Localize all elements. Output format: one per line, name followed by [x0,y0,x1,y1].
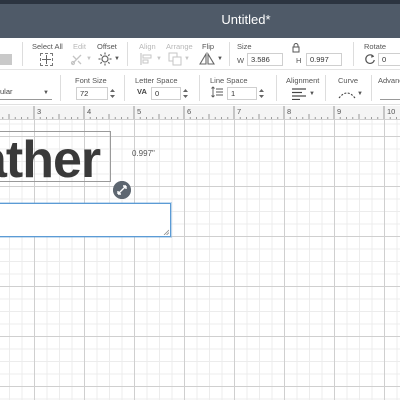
line-space-value: 1 [231,89,236,98]
height-dimension-label: 0.997" [132,149,155,158]
toolbar-divider [199,75,200,101]
advanced-select[interactable] [380,87,400,100]
curve-icon[interactable] [338,88,356,100]
offset-icon[interactable] [98,52,112,66]
letter-space-stepper-icon[interactable] [182,87,189,100]
rotate-label: Rotate [364,42,387,51]
align-label: Align [139,42,156,51]
line-space-icon [211,86,223,98]
arrange-caret-icon[interactable]: ▼ [184,56,190,62]
edit-caret-icon[interactable]: ▼ [86,56,92,62]
ruler-number: 4 [87,107,92,116]
toolbar-divider [60,75,61,101]
font-size-stepper-icon[interactable] [109,87,116,100]
select-all-icon[interactable] [40,53,53,66]
width-field[interactable]: 3.586 [247,53,283,66]
font-size-value: 72 [80,89,89,98]
select-all-label: Select All [32,42,63,51]
toolbar-divider [229,42,230,66]
text-toolbar: ular ▼ Font Size 72 Letter Space VA 0 Li… [0,71,400,105]
flip-caret-icon[interactable]: ▼ [217,56,223,62]
title-bar: Untitled* [0,0,400,38]
font-size-label: Font Size [75,76,107,85]
ruler-number: 6 [187,107,192,116]
alignment-label: Alignment [286,76,320,85]
line-space-stepper-icon[interactable] [258,87,265,100]
height-field[interactable]: 0.997 [306,53,342,66]
line-space-field[interactable]: 1 [227,87,257,100]
toolbar-divider [371,75,372,101]
line-space-label: Line Space [210,76,248,85]
edit-label: Edit [73,42,86,51]
color-swatch[interactable] [0,54,12,65]
rotate-field[interactable]: 0 [378,53,400,66]
font-style-select[interactable]: ular ▼ [0,87,52,100]
flip-icon[interactable] [199,52,215,66]
offset-label: Offset [97,42,117,51]
window-title: Untitled* [221,12,271,27]
horizontal-ruler: 3 4 5 6 7 8 9 10 [0,106,400,120]
curve-caret-icon[interactable]: ▼ [357,91,363,97]
width-letter: W [237,56,245,65]
letter-space-field[interactable]: 0 [151,87,181,100]
lock-icon[interactable] [292,43,300,53]
ruler-number: 9 [337,107,342,116]
advanced-label: Advanc [378,76,400,85]
ruler-number: 10 [387,107,396,116]
rotate-icon[interactable] [364,53,376,65]
toolbar-divider [276,75,277,101]
font-style-caret-icon: ▼ [43,90,49,96]
text-align-icon[interactable] [292,88,310,100]
design-canvas[interactable]: ather 0.997" [0,120,400,400]
edit-toolbar: Select All Edit ▼ Offset ▼ Align ▼ Arran… [0,38,400,70]
toolbar-divider [353,42,354,66]
flip-label: Flip [202,42,215,51]
align-icon[interactable] [140,52,154,66]
ruler-number: 5 [137,107,142,116]
letter-space-value: 0 [155,89,160,98]
toolbar-divider [22,42,23,66]
ruler-number: 7 [237,107,242,116]
letter-space-icon: VA [137,87,147,96]
resize-icon[interactable] [113,181,131,199]
resize-grip-icon[interactable] [163,229,169,235]
align-caret-icon[interactable]: ▼ [156,56,162,62]
text-edit-box[interactable] [0,203,171,237]
letter-space-label: Letter Space [135,76,178,85]
size-label: Size [237,42,252,51]
offset-caret-icon[interactable]: ▼ [114,56,120,62]
arrange-icon[interactable] [168,52,182,66]
ruler-number: 3 [37,107,42,116]
edit-icon[interactable] [70,52,84,66]
toolbar-divider [124,75,125,101]
height-letter: H [296,56,302,65]
toolbar-divider [127,42,128,66]
ruler-number: 8 [287,107,292,116]
arrange-label: Arrange [166,42,193,51]
font-style-value: ular [0,87,13,96]
curve-label: Curve [338,76,359,85]
title-bar-top-strip [0,0,400,4]
font-size-field[interactable]: 72 [76,87,108,100]
selection-box[interactable] [0,131,111,182]
alignment-caret-icon[interactable]: ▼ [309,91,315,97]
toolbar-divider [325,75,326,101]
